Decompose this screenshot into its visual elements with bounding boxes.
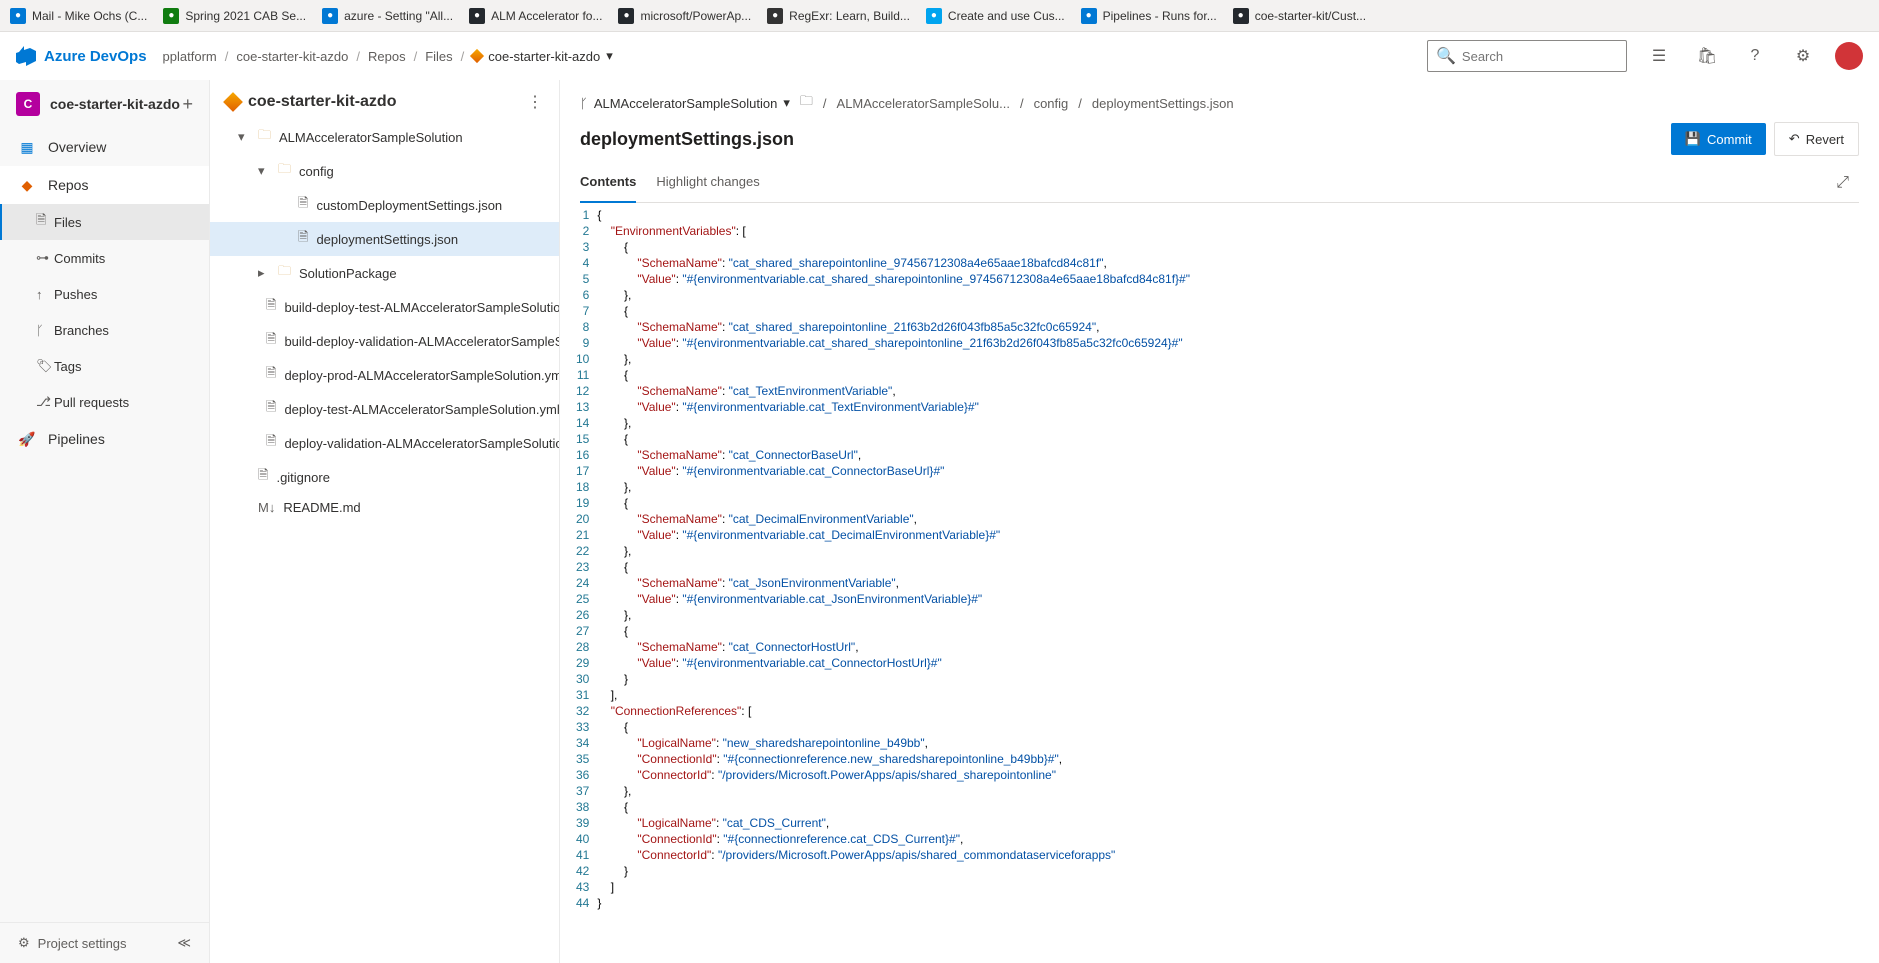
repos-icon: ◆ — [18, 176, 36, 194]
search-input[interactable] — [1462, 49, 1618, 64]
nav-overview[interactable]: ▦ Overview — [0, 128, 209, 166]
tree-node-3[interactable]: 🗎deploymentSettings.json — [210, 222, 559, 256]
tree-node-1[interactable]: ▾🗀config — [210, 154, 559, 188]
nav-sub-files[interactable]: 🗎Files — [0, 204, 209, 240]
browser-tab-4[interactable]: ●microsoft/PowerAp... — [618, 8, 751, 24]
commit-button[interactable]: 💾 Commit — [1671, 123, 1766, 155]
chevron-down-icon: ▾ — [783, 95, 790, 111]
path-seg-2[interactable]: deploymentSettings.json — [1092, 96, 1234, 111]
overview-icon: ▦ — [18, 138, 36, 156]
folder-icon[interactable]: 🗀 — [800, 92, 813, 114]
azure-devops-icon — [16, 46, 36, 66]
file-title: deploymentSettings.json — [580, 129, 794, 150]
browser-tab-7[interactable]: ●Pipelines - Runs for... — [1081, 8, 1217, 24]
browser-tab-8[interactable]: ●coe-starter-kit/Cust... — [1233, 8, 1366, 24]
path-seg-0[interactable]: ALMAcceleratorSampleSolu... — [837, 96, 1010, 111]
nav-sub-tags[interactable]: 🏷Tags — [0, 348, 209, 384]
search-icon: 🔍 — [1436, 46, 1456, 66]
repo-name: coe-starter-kit-azdo — [248, 93, 396, 111]
more-icon[interactable]: ⋮ — [527, 92, 543, 112]
branch-selector[interactable]: ᚴ ALMAcceleratorSampleSolution ▾ — [580, 95, 790, 111]
file-tree: coe-starter-kit-azdo ⋮ ▾🗀ALMAcceleratorS… — [210, 80, 560, 963]
tree-node-7[interactable]: 🗎deploy-prod-ALMAcceleratorSampleSolutio… — [210, 358, 559, 392]
nav-overview-label: Overview — [48, 139, 106, 155]
brand-label: Azure DevOps — [44, 48, 147, 65]
project-settings-label: Project settings — [38, 936, 127, 951]
nav-sub-branches[interactable]: ᚴBranches — [0, 312, 209, 348]
tree-node-4[interactable]: ▸🗀SolutionPackage — [210, 256, 559, 290]
tree-node-11[interactable]: M↓README.md — [210, 494, 559, 521]
tree-node-6[interactable]: 🗎build-deploy-validation-ALMAcceleratorS… — [210, 324, 559, 358]
repo-icon — [223, 92, 243, 112]
branch-icon: ᚴ — [580, 96, 588, 111]
breadcrumb: pplatform/coe-starter-kit-azdo/Repos/Fil… — [163, 48, 613, 64]
breadcrumb-2[interactable]: Repos — [368, 49, 406, 64]
commit-label: Commit — [1707, 132, 1752, 147]
browser-tab-1[interactable]: ●Spring 2021 CAB Se... — [163, 8, 306, 24]
collapse-icon[interactable]: ≪ — [177, 935, 191, 951]
user-settings-icon[interactable]: ⚙ — [1787, 40, 1819, 72]
project-selector[interactable]: C coe-starter-kit-azdo + — [0, 80, 209, 128]
tree-node-5[interactable]: 🗎build-deploy-test-ALMAcceleratorSampleS… — [210, 290, 559, 324]
content-pane: ᚴ ALMAcceleratorSampleSolution ▾ 🗀 / ALM… — [560, 80, 1879, 963]
revert-label: Revert — [1806, 132, 1844, 147]
tree-node-0[interactable]: ▾🗀ALMAcceleratorSampleSolution — [210, 120, 559, 154]
nav-repos[interactable]: ◆ Repos — [0, 166, 209, 204]
browser-tab-strip: ●Mail - Mike Ochs (C... ●Spring 2021 CAB … — [0, 0, 1879, 32]
project-icon: C — [16, 92, 40, 116]
browser-tab-0[interactable]: ●Mail - Mike Ochs (C... — [10, 8, 147, 24]
tab-contents[interactable]: Contents — [580, 164, 636, 203]
nav-sub-pushes[interactable]: ↑Pushes — [0, 276, 209, 312]
brand[interactable]: Azure DevOps — [16, 46, 147, 66]
left-nav: C coe-starter-kit-azdo + ▦ Overview ◆ Re… — [0, 80, 210, 963]
code-editor[interactable]: 1234567891011121314151617181920212223242… — [560, 203, 1879, 963]
nav-pipelines-label: Pipelines — [48, 431, 105, 447]
undo-icon: ↶ — [1789, 131, 1800, 147]
help-icon[interactable]: ? — [1739, 40, 1771, 72]
search-box[interactable]: 🔍 — [1427, 40, 1627, 72]
tree-node-8[interactable]: 🗎deploy-test-ALMAcceleratorSampleSolutio… — [210, 392, 559, 426]
nav-pipelines[interactable]: 🚀 Pipelines — [0, 420, 209, 458]
breadcrumb-3[interactable]: Files — [425, 49, 452, 64]
tree-node-2[interactable]: 🗎customDeploymentSettings.json — [210, 188, 559, 222]
path-seg-1[interactable]: config — [1034, 96, 1069, 111]
nav-footer[interactable]: ⚙ Project settings ≪ — [0, 922, 209, 963]
nav-sub-pull-requests[interactable]: ⎇Pull requests — [0, 384, 209, 420]
list-icon[interactable]: ☰ — [1643, 40, 1675, 72]
expand-icon[interactable]: ⤢ — [1826, 164, 1859, 202]
tree-node-10[interactable]: 🗎.gitignore — [210, 460, 559, 494]
breadcrumb-0[interactable]: pplatform — [163, 49, 217, 64]
branch-name: ALMAcceleratorSampleSolution — [594, 96, 778, 111]
breadcrumb-1[interactable]: coe-starter-kit-azdo — [236, 49, 348, 64]
marketplace-icon[interactable]: 🛍 — [1691, 40, 1723, 72]
app-header: Azure DevOps pplatform/coe-starter-kit-a… — [0, 32, 1879, 80]
tree-node-9[interactable]: 🗎deploy-validation-ALMAcceleratorSampleS… — [210, 426, 559, 460]
tab-highlight-changes[interactable]: Highlight changes — [656, 164, 759, 202]
nav-sub-commits[interactable]: ⊶Commits — [0, 240, 209, 276]
nav-repos-label: Repos — [48, 177, 88, 193]
save-icon: 💾 — [1685, 131, 1701, 147]
code-body[interactable]: { "EnvironmentVariables": [ { "SchemaNam… — [597, 203, 1190, 963]
gear-icon: ⚙ — [18, 935, 30, 951]
repo-selector[interactable]: coe-starter-kit-azdo — [226, 93, 396, 111]
breadcrumb-current[interactable]: coe-starter-kit-azdo ▾ — [472, 48, 613, 64]
pipelines-icon: 🚀 — [18, 430, 36, 448]
line-gutter: 1234567891011121314151617181920212223242… — [560, 203, 597, 963]
browser-tab-5[interactable]: ●RegExr: Learn, Build... — [767, 8, 910, 24]
plus-icon[interactable]: + — [182, 94, 193, 115]
revert-button[interactable]: ↶ Revert — [1774, 122, 1859, 156]
project-name: coe-starter-kit-azdo — [50, 96, 180, 112]
browser-tab-6[interactable]: ●Create and use Cus... — [926, 8, 1065, 24]
browser-tab-3[interactable]: ●ALM Accelerator fo... — [469, 8, 602, 24]
avatar[interactable] — [1835, 42, 1863, 70]
browser-tab-2[interactable]: ●azure - Setting "All... — [322, 8, 453, 24]
